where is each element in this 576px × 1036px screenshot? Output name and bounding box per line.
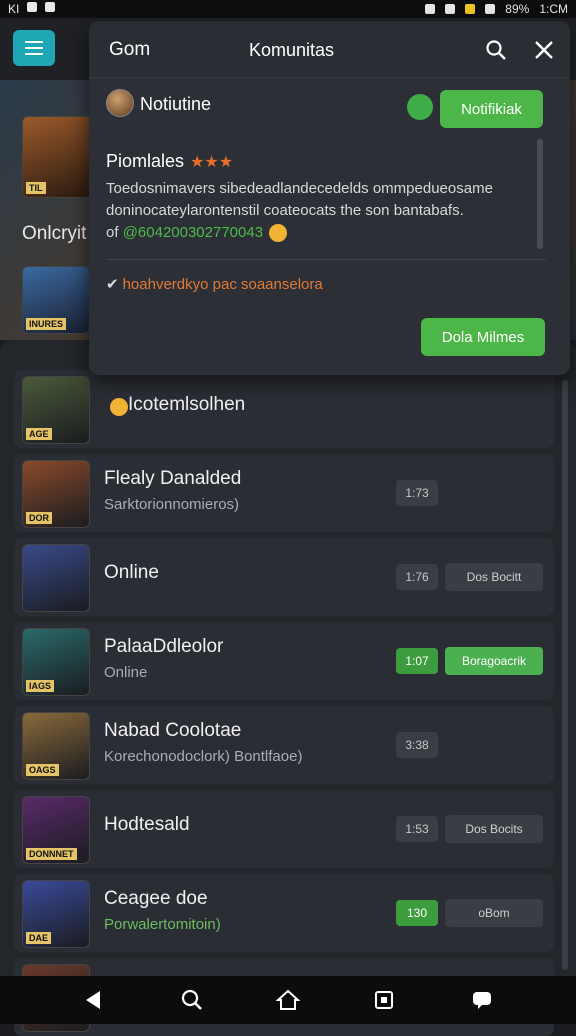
thumbnail-tag: TIL <box>26 182 46 194</box>
wifi-icon <box>445 4 456 14</box>
list-item-title: Ceagee doe <box>104 888 208 909</box>
list-item-subtitle: Korechonodoclork) Bontlfaoe) <box>104 748 303 765</box>
game-thumbnail: AGE <box>22 376 90 444</box>
list-item[interactable]: IAGS PalaaDdleolor Online 1:07 Boragoacrik <box>14 622 554 700</box>
search-icon[interactable] <box>485 39 507 61</box>
check-item-label: hoahverdkyo pac soaanselora <box>122 276 323 293</box>
check-item[interactable]: ✔ hoahverdkyo pac soaanselora <box>106 275 323 293</box>
thumbnail-tag: OAGS <box>26 764 59 776</box>
notification-icon <box>27 2 38 12</box>
game-thumbnail: OAGS <box>22 712 90 780</box>
back-icon[interactable] <box>82 988 106 1012</box>
list-item-subtitle: Porwalertomitoin) <box>104 916 221 933</box>
thumbnail-tag: IAGS <box>26 680 55 692</box>
thumbnail-tag: DONNNET <box>26 848 77 860</box>
dialog-title: Komunitas <box>249 40 335 60</box>
list-item-action-button[interactable]: Dos Bocitt <box>445 563 543 591</box>
search-icon[interactable] <box>180 988 204 1012</box>
list-item[interactable]: OAGS Nabad Coolotae Korechonodoclork) Bont… <box>14 706 554 784</box>
dialog-scrollbar[interactable] <box>537 139 543 249</box>
body-prefix: of <box>106 224 119 241</box>
list-item-subtitle: Sarktorionnomieros) <box>104 496 240 513</box>
battery-level: 89% <box>505 2 530 16</box>
thumbnail-tag: INURES <box>26 318 67 330</box>
home-icon[interactable] <box>276 988 300 1012</box>
count-badge: 1:07 <box>396 648 438 674</box>
post-body: Toedosnimavers sibedeadlandecedelds ommp… <box>106 178 526 244</box>
menu-button[interactable] <box>13 30 55 66</box>
post-body-line: Toedosnimavers sibedeadlandecedelds ommp… <box>106 180 493 197</box>
hamburger-line <box>25 47 43 49</box>
list-item-action-button[interactable]: Dos Bocits <box>445 815 543 843</box>
invite-code[interactable]: @604200302770043 <box>123 224 263 241</box>
avatar <box>106 89 134 117</box>
list-item[interactable]: DONNNET Hodtesald 1:53 Dos Bocits <box>14 790 554 868</box>
clock: 1:CM <box>539 2 568 16</box>
list-scrollbar[interactable] <box>562 380 568 970</box>
app-icon <box>45 2 56 12</box>
list-item-title: Icotemlsolhen <box>128 394 246 415</box>
count-badge: 1:76 <box>396 564 438 590</box>
thumbnail-tag: DOR <box>26 512 52 524</box>
count-badge: 3:38 <box>396 732 438 758</box>
list-item-action-button[interactable]: oBom <box>445 899 543 927</box>
bluetooth-icon <box>425 4 436 14</box>
recents-icon[interactable] <box>372 988 396 1012</box>
community-dialog: Gom Komunitas Notiutine Notifikiak Pioml… <box>89 21 570 375</box>
app-badge-icon <box>465 4 476 14</box>
dialog-header: Gom Komunitas <box>89 21 570 78</box>
count-badge: 130 <box>396 900 438 926</box>
list-item[interactable]: AGE Icotemlsolhen <box>14 370 554 448</box>
count-badge: 1:53 <box>396 816 438 842</box>
list-item[interactable]: DAE Ceagee doe Porwalertomitoin) 130 oBom <box>14 874 554 952</box>
user-name: Notiutine <box>140 94 212 114</box>
rating-stars: ★★★ <box>190 154 234 171</box>
post-heading: Piomlales ★★★ <box>106 151 233 172</box>
dialog-logo: Gom <box>109 39 151 60</box>
post-body-line: doninocateylarontenstil coateocats the s… <box>106 202 464 219</box>
list-item-title: Flealy Danalded <box>104 468 242 489</box>
hero-thumbnail[interactable]: TIL <box>22 116 92 198</box>
emoji-icon <box>269 224 288 243</box>
list-item-title: Online <box>104 562 159 583</box>
hamburger-icon <box>25 41 43 43</box>
check-icon: ✔ <box>106 276 119 293</box>
confirm-button[interactable]: Dola Milmes <box>421 318 545 356</box>
close-icon[interactable] <box>533 39 555 61</box>
post-heading-text: Piomlales <box>106 151 185 171</box>
game-thumbnail: DONNNET <box>22 796 90 864</box>
list-item-title: PalaaDdleolor <box>104 636 224 657</box>
game-thumbnail: DAE <box>22 880 90 948</box>
chat-bubble-icon <box>407 94 433 120</box>
list-item-subtitle: Online <box>104 664 148 681</box>
game-thumbnail: DOR <box>22 460 90 528</box>
hero-thumbnail[interactable]: INURES <box>22 266 90 334</box>
signal-icon <box>485 4 496 14</box>
count-badge: 1:73 <box>396 480 438 506</box>
thumbnail-tag: AGE <box>26 428 52 440</box>
post-body-line: of @604200302770043 <box>106 222 526 244</box>
game-thumbnail <box>22 544 90 612</box>
thumbnail-tag: DAE <box>26 932 52 944</box>
notification-button[interactable]: Notifikiak <box>440 90 543 128</box>
divider <box>106 259 546 260</box>
chat-icon[interactable] <box>470 988 494 1012</box>
hamburger-line <box>25 53 43 55</box>
list-item-action-button[interactable]: Boragoacrik <box>445 647 543 675</box>
carrier-text: KI <box>8 2 20 16</box>
list-item[interactable]: DOR Flealy Danalded Sarktorionnomieros) 1:7… <box>14 454 554 532</box>
system-nav-bar <box>0 976 576 1024</box>
list-item[interactable]: Online 1:76 Dos Bocitt <box>14 538 554 616</box>
game-thumbnail: IAGS <box>22 628 90 696</box>
section-label: Onlcryit <box>22 223 87 244</box>
emoji-icon <box>110 398 128 416</box>
status-bar: KI 89% 1:CM <box>0 0 576 18</box>
list-item-title: Hodtesald <box>104 814 190 835</box>
list-item-title: Nabad Coolotae <box>104 720 242 741</box>
